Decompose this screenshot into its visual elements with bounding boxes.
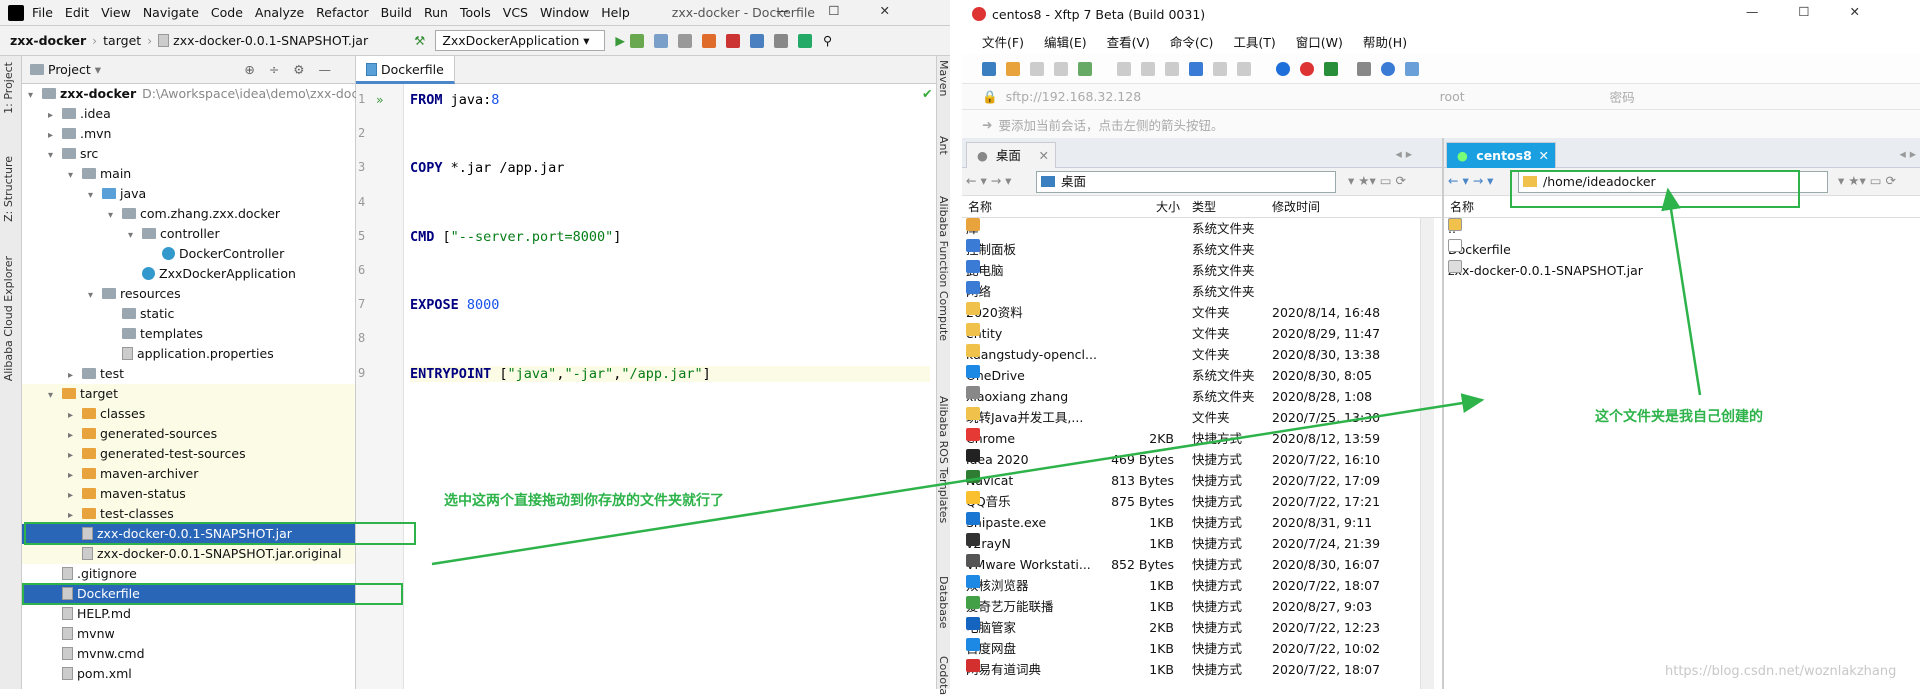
drag-hint-annotation: 选中这两个直接拖动到你存放的文件夹就行了 [444, 493, 724, 509]
drag-arrow [431, 393, 1485, 566]
folder-note-annotation: 这个文件夹是我自己创建的 [1595, 409, 1763, 425]
folder-arrow [1661, 187, 1702, 396]
annotation-arrows [431, 187, 1702, 566]
watermark: https://blog.csdn.net/woznlakzhang [1665, 664, 1897, 679]
